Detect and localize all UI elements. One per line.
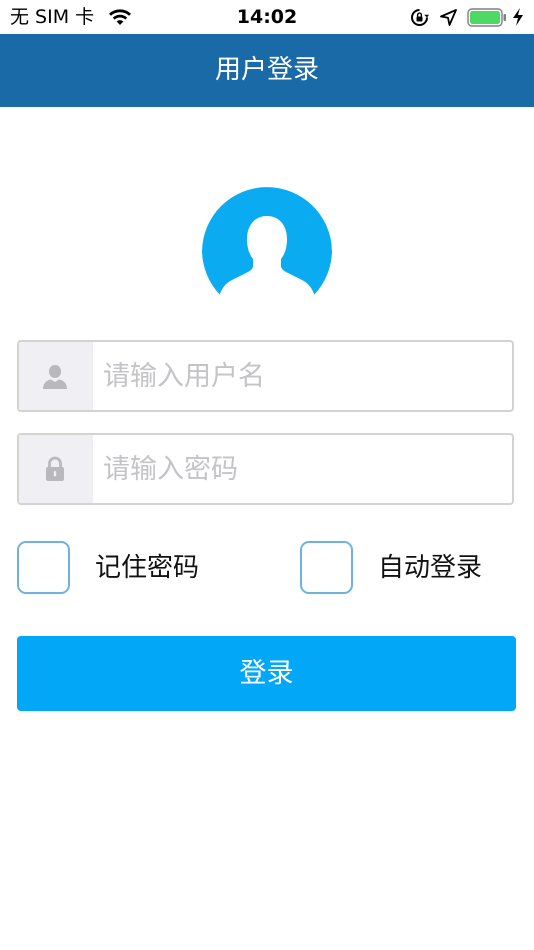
login-screen: 无 SIM 卡 14:02 用户登录 请输入用户名 记住密码 自动登录 登录 xyxy=(0,0,534,950)
password-field xyxy=(17,433,514,505)
username-icon-box xyxy=(19,342,93,410)
password-input[interactable] xyxy=(93,435,512,503)
username-input[interactable] xyxy=(93,342,512,410)
remember-password-checkbox[interactable] xyxy=(17,541,70,594)
location-arrow-icon xyxy=(440,9,457,26)
username-field xyxy=(17,340,514,412)
status-bar: 无 SIM 卡 14:02 xyxy=(0,0,534,34)
auto-login-label[interactable]: 自动登录 xyxy=(378,552,482,584)
nav-bar: 用户登录 xyxy=(0,34,534,107)
auto-login-checkbox[interactable] xyxy=(300,541,353,594)
charging-bolt-icon xyxy=(513,8,523,26)
user-silhouette-icon xyxy=(202,187,332,297)
lock-icon xyxy=(46,456,64,481)
person-icon xyxy=(43,365,67,389)
login-button[interactable]: 登录 xyxy=(17,636,516,711)
page-title: 用户登录 xyxy=(214,55,319,85)
remember-password-label[interactable]: 记住密码 xyxy=(95,552,199,584)
rotation-lock-icon xyxy=(411,9,429,26)
password-icon-box xyxy=(19,435,93,503)
battery-icon xyxy=(467,8,506,27)
